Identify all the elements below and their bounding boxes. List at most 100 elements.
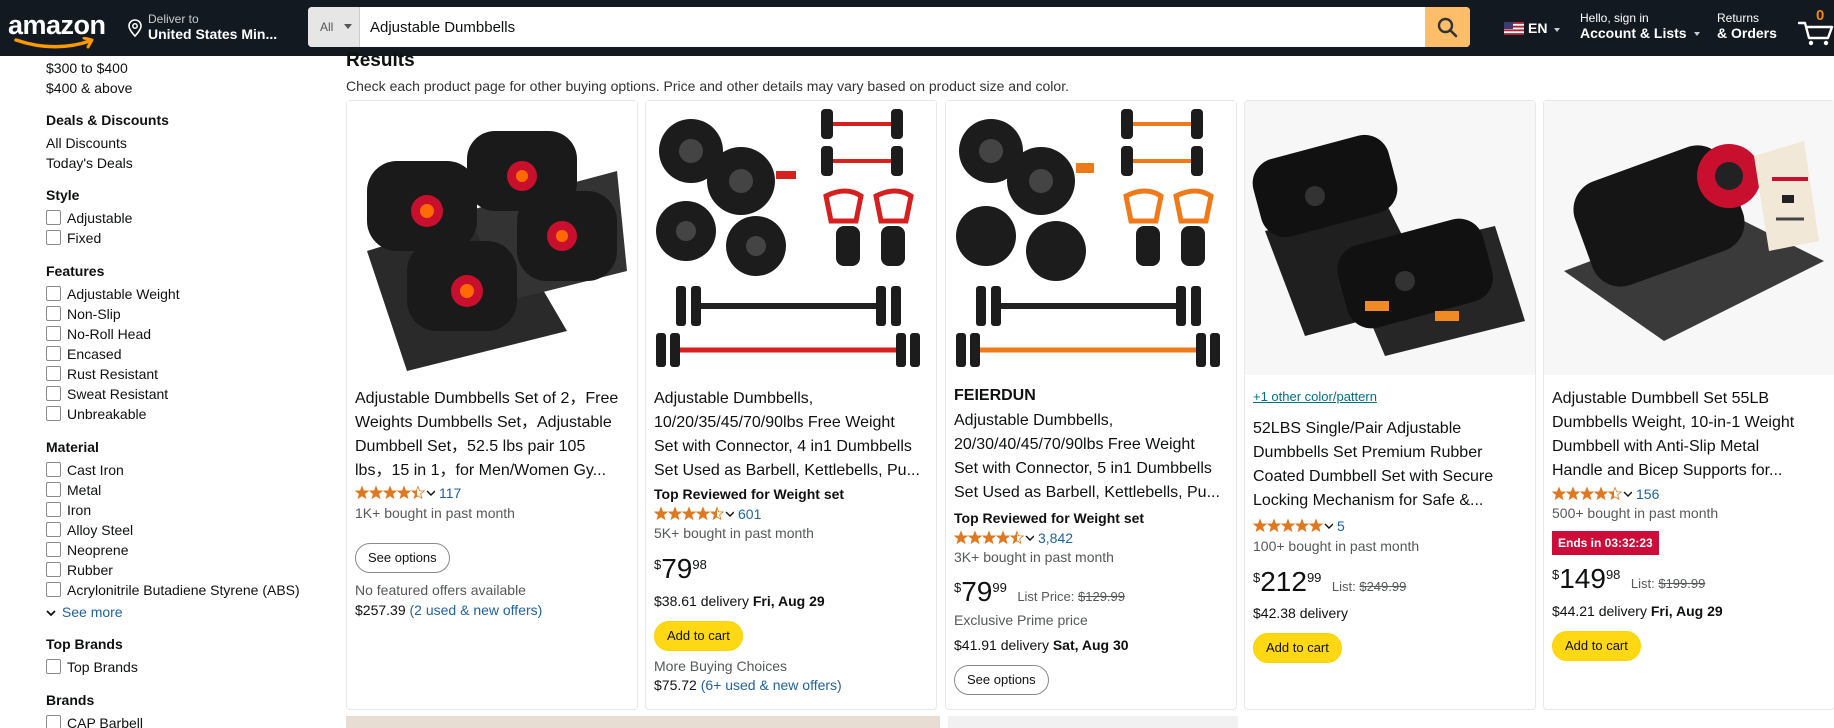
product-title-line[interactable]: Handle and Bicep Supports for... [1552,459,1782,483]
checkbox[interactable] [46,230,61,245]
checkbox[interactable] [46,482,61,497]
delivery-info: $41.91 delivery Sat, Aug 30 [954,637,1129,653]
product-image[interactable] [347,101,637,375]
checkbox[interactable] [46,326,61,341]
add-to-cart-button[interactable]: Add to cart [654,621,743,651]
product-title-line[interactable]: lbs，15 in 1，for Men/Women Gy... [355,459,606,483]
checkbox-label[interactable]: Fixed [67,230,101,246]
checkbox[interactable] [46,542,61,557]
checkbox[interactable] [46,462,61,477]
product-title-line[interactable]: 52LBS Single/Pair Adjustable [1253,417,1461,441]
search-input[interactable] [360,7,1420,47]
product-title-line[interactable]: 10/20/35/45/70/90lbs Free Weight [654,411,895,435]
add-to-cart-button[interactable]: Add to cart [1253,633,1342,663]
product-title-line[interactable]: Adjustable Dumbbells, [954,409,1113,433]
product-title-line[interactable]: Adjustable Dumbbells, [654,387,813,411]
product-title-line[interactable]: Set Used as Barbell, Kettlebells, Pu... [654,459,920,483]
product-title-line[interactable]: Set Used as Barbell, Kettlebells, Pu... [954,481,1220,505]
checkbox[interactable] [46,582,61,597]
checkbox[interactable] [46,715,61,728]
delivery-info: $38.61 delivery Fri, Aug 29 [654,593,825,609]
checkbox-label[interactable]: Adjustable [67,210,132,226]
checkbox-label[interactable]: CAP Barbell [67,715,143,728]
returns-orders-link[interactable]: Returns & Orders [1717,11,1777,41]
search-category-dropdown[interactable]: All [308,7,360,47]
product-title-line[interactable]: Adjustable Dumbbell Set 55LB [1552,387,1769,411]
add-to-cart-button[interactable]: Add to cart [1552,631,1641,661]
price-whole: 212 [1260,566,1307,597]
search-button[interactable] [1425,7,1470,47]
checkbox-label[interactable]: Cast Iron [67,462,124,478]
caret-down-icon [1554,28,1560,32]
checkbox[interactable] [46,366,61,381]
filter-link-deals[interactable]: Today's Deals [46,155,133,171]
filter-link-deals[interactable]: All Discounts [46,135,127,151]
product-title-line[interactable]: Dumbbell with Anti-Slip Metal [1552,435,1759,459]
star-icon [1266,518,1282,533]
checkbox[interactable] [46,306,61,321]
filter-link-price[interactable]: $300 to $400 [46,60,128,76]
product-title-line[interactable]: Set with Connector, 4 in1 Dumbbells [654,435,912,459]
chevron-down-icon [725,511,734,517]
checkbox[interactable] [46,659,61,674]
product-title-line[interactable]: Set with Connector, 5 in1 Dumbbells [954,457,1212,481]
checkbox-label[interactable]: Neoprene [67,542,129,558]
checkbox[interactable] [46,386,61,401]
checkbox-label[interactable]: Non-Slip [67,306,121,322]
product-image[interactable] [646,101,936,375]
delivery-price: $41.91 delivery [954,637,1049,653]
checkbox-label[interactable]: Top Brands [67,659,138,675]
see-more-label: See more [61,604,123,620]
price-symbol: $ [654,557,662,572]
checkbox-label[interactable]: Iron [67,502,91,518]
checkbox[interactable] [46,562,61,577]
checkbox-label[interactable]: Encased [67,346,121,362]
review-count[interactable]: 5 [1337,518,1345,534]
product-title-line[interactable]: Coated Dumbbell Set with Secure [1253,465,1493,489]
product-title-line[interactable]: Dumbbells Set Premium Rubber [1253,441,1482,465]
see-more-link[interactable]: See more [46,604,123,620]
review-count[interactable]: 3,842 [1038,530,1073,546]
see-options-button[interactable]: See options [954,665,1049,695]
checkbox[interactable] [46,406,61,421]
account-menu[interactable]: Hello, sign in Account & Lists [1580,11,1701,41]
amazon-logo[interactable]: amazon [8,10,108,50]
review-count[interactable]: 156 [1636,486,1659,502]
product-image[interactable] [1245,101,1535,375]
alt-offers-link[interactable]: (2 used & new offers) [410,602,543,618]
checkbox-label[interactable]: Sweat Resistant [67,386,168,402]
product-title-line[interactable]: Locking Mechanism for Safe &... [1253,489,1483,513]
checkbox[interactable] [46,210,61,225]
product-title-line[interactable]: Dumbbells Weight, 10-in-1 Weight [1552,411,1794,435]
filter-link-price[interactable]: $400 & above [46,80,132,96]
product-title-line[interactable]: Dumbbell Set，52.5 lbs pair 105 [355,435,585,459]
alt-offers-link[interactable]: (6+ used & new offers) [701,677,842,693]
review-count[interactable]: 601 [738,506,761,522]
cart-button[interactable]: 0 [1798,6,1834,50]
review-count[interactable]: 117 [439,485,461,501]
product-image[interactable] [1544,101,1834,375]
product-title-line[interactable]: 20/30/40/45/70/90lbs Free Weight [954,433,1195,457]
checkbox-label[interactable]: Rubber [67,562,113,578]
checkbox-label[interactable]: Metal [67,482,101,498]
product-title-line[interactable]: Weights Dumbbells Set，Adjustable [355,411,612,435]
other-color-link[interactable]: +1 other color/pattern [1253,389,1377,404]
checkbox-label[interactable]: Adjustable Weight [67,286,180,302]
see-options-button[interactable]: See options [355,543,450,573]
product-brand: FEIERDUN [954,387,1036,404]
checkbox[interactable] [46,346,61,361]
checkbox-label[interactable]: Alloy Steel [67,522,133,538]
checkbox-label[interactable]: Acrylonitrile Butadiene Styrene (ABS) [67,582,300,598]
checkbox-label[interactable]: No-Roll Head [67,326,151,342]
checkbox[interactable] [46,522,61,537]
star-icon [695,506,711,521]
chevron-down-icon [1324,523,1333,529]
checkbox[interactable] [46,502,61,517]
checkbox-label[interactable]: Unbreakable [67,406,146,422]
star-icon [1253,518,1268,533]
checkbox[interactable] [46,286,61,301]
product-title-line[interactable]: Adjustable Dumbbells Set of 2，Free [355,387,618,411]
checkbox-label[interactable]: Rust Resistant [67,366,158,382]
product-image[interactable] [946,101,1236,375]
next-row-product-image [948,716,1238,728]
